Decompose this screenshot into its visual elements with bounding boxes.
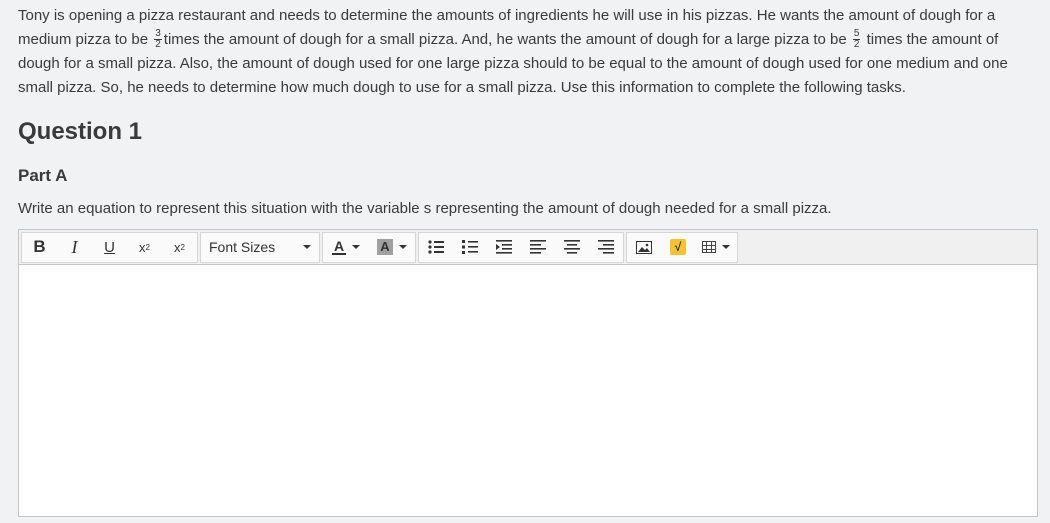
superscript-mark: 2 <box>145 242 150 252</box>
fraction-three-halves: 32 <box>154 27 162 50</box>
underline-button[interactable]: U <box>92 234 127 261</box>
fraction-five-halves: 52 <box>852 27 861 50</box>
font-sizes-label: Font Sizes <box>209 239 276 255</box>
table-icon <box>702 241 716 253</box>
fraction-numerator: 3 <box>154 27 162 40</box>
insert-group: √ <box>626 231 738 263</box>
image-icon <box>636 240 652 254</box>
passage-text: Tony is opening a pizza restaurant and n… <box>18 4 1043 100</box>
subscript-button[interactable]: x2 <box>162 234 197 261</box>
align-right-button[interactable] <box>589 234 623 261</box>
fraction-numerator: 5 <box>852 27 861 40</box>
insert-table-button[interactable] <box>695 234 737 261</box>
editor-toolbar: B I U x2 x2 Font Sizes A A √ <box>19 230 1037 265</box>
numbered-list-button[interactable] <box>453 234 487 261</box>
chevron-down-icon <box>398 245 407 249</box>
color-group: A A <box>322 231 416 263</box>
bullet-list-icon <box>428 240 444 254</box>
indent-icon <box>496 240 512 254</box>
math-equation-button[interactable]: √ <box>661 234 695 261</box>
background-color-button[interactable]: A <box>369 234 415 261</box>
background-color-icon: A <box>377 239 393 255</box>
question-title: Question 1 <box>18 118 143 145</box>
italic-button[interactable]: I <box>57 234 92 261</box>
insert-image-button[interactable] <box>627 234 661 261</box>
question-prompt: Write an equation to represent this situ… <box>18 200 832 217</box>
bullet-list-button[interactable] <box>419 234 453 261</box>
chevron-down-icon <box>303 245 311 249</box>
align-left-button[interactable] <box>521 234 555 261</box>
editor-content-area[interactable] <box>19 265 1037 515</box>
passage-part-2: times the amount of dough for a small pi… <box>163 31 851 48</box>
superscript-button[interactable]: x2 <box>127 234 162 261</box>
align-right-icon <box>598 240 614 254</box>
align-left-icon <box>530 240 546 254</box>
align-center-button[interactable] <box>555 234 589 261</box>
subscript-mark: 2 <box>180 242 185 252</box>
font-size-group: Font Sizes <box>200 231 320 263</box>
part-title: Part A <box>18 166 68 185</box>
bold-button[interactable]: B <box>22 234 57 261</box>
format-group: B I U x2 x2 <box>21 231 198 263</box>
fraction-denominator: 2 <box>155 38 161 50</box>
numbered-list-icon <box>462 240 478 254</box>
text-color-button[interactable]: A <box>323 234 369 261</box>
align-center-icon <box>564 240 580 254</box>
rich-text-editor: B I U x2 x2 Font Sizes A A √ <box>18 229 1038 517</box>
sqrt-icon: √ <box>670 239 686 255</box>
chevron-down-icon <box>722 245 730 249</box>
indent-button[interactable] <box>487 234 521 261</box>
list-align-group <box>418 231 624 263</box>
text-color-icon: A <box>331 238 347 255</box>
chevron-down-icon <box>352 245 361 249</box>
fraction-denominator: 2 <box>853 38 860 50</box>
font-sizes-dropdown[interactable]: Font Sizes <box>201 234 319 261</box>
